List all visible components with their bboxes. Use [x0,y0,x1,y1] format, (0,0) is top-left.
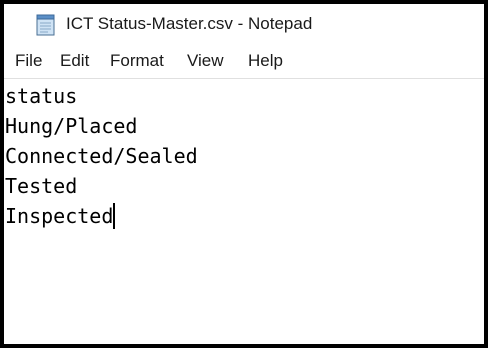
text-editor[interactable]: status Hung/Placed Connected/Sealed Test… [4,78,484,344]
notepad-window: ICT Status-Master.csv - Notepad File Edi… [4,4,484,344]
text-caret [113,203,116,229]
editor-line: status [5,84,78,108]
menu-format[interactable]: Format [110,50,164,72]
menu-edit[interactable]: Edit [60,50,89,72]
editor-line-text: Inspected [5,204,114,228]
menu-help[interactable]: Help [248,50,283,72]
editor-line: Connected/Sealed [5,144,198,168]
menu-view[interactable]: View [187,50,224,72]
notepad-icon [36,14,56,36]
title-bar[interactable]: ICT Status-Master.csv - Notepad [4,4,484,44]
editor-line-last: Inspected [5,203,116,229]
menu-file[interactable]: File [15,50,42,72]
window-title: ICT Status-Master.csv - Notepad [66,14,313,33]
editor-line: Tested [5,174,78,198]
editor-line: Hung/Placed [5,114,138,138]
